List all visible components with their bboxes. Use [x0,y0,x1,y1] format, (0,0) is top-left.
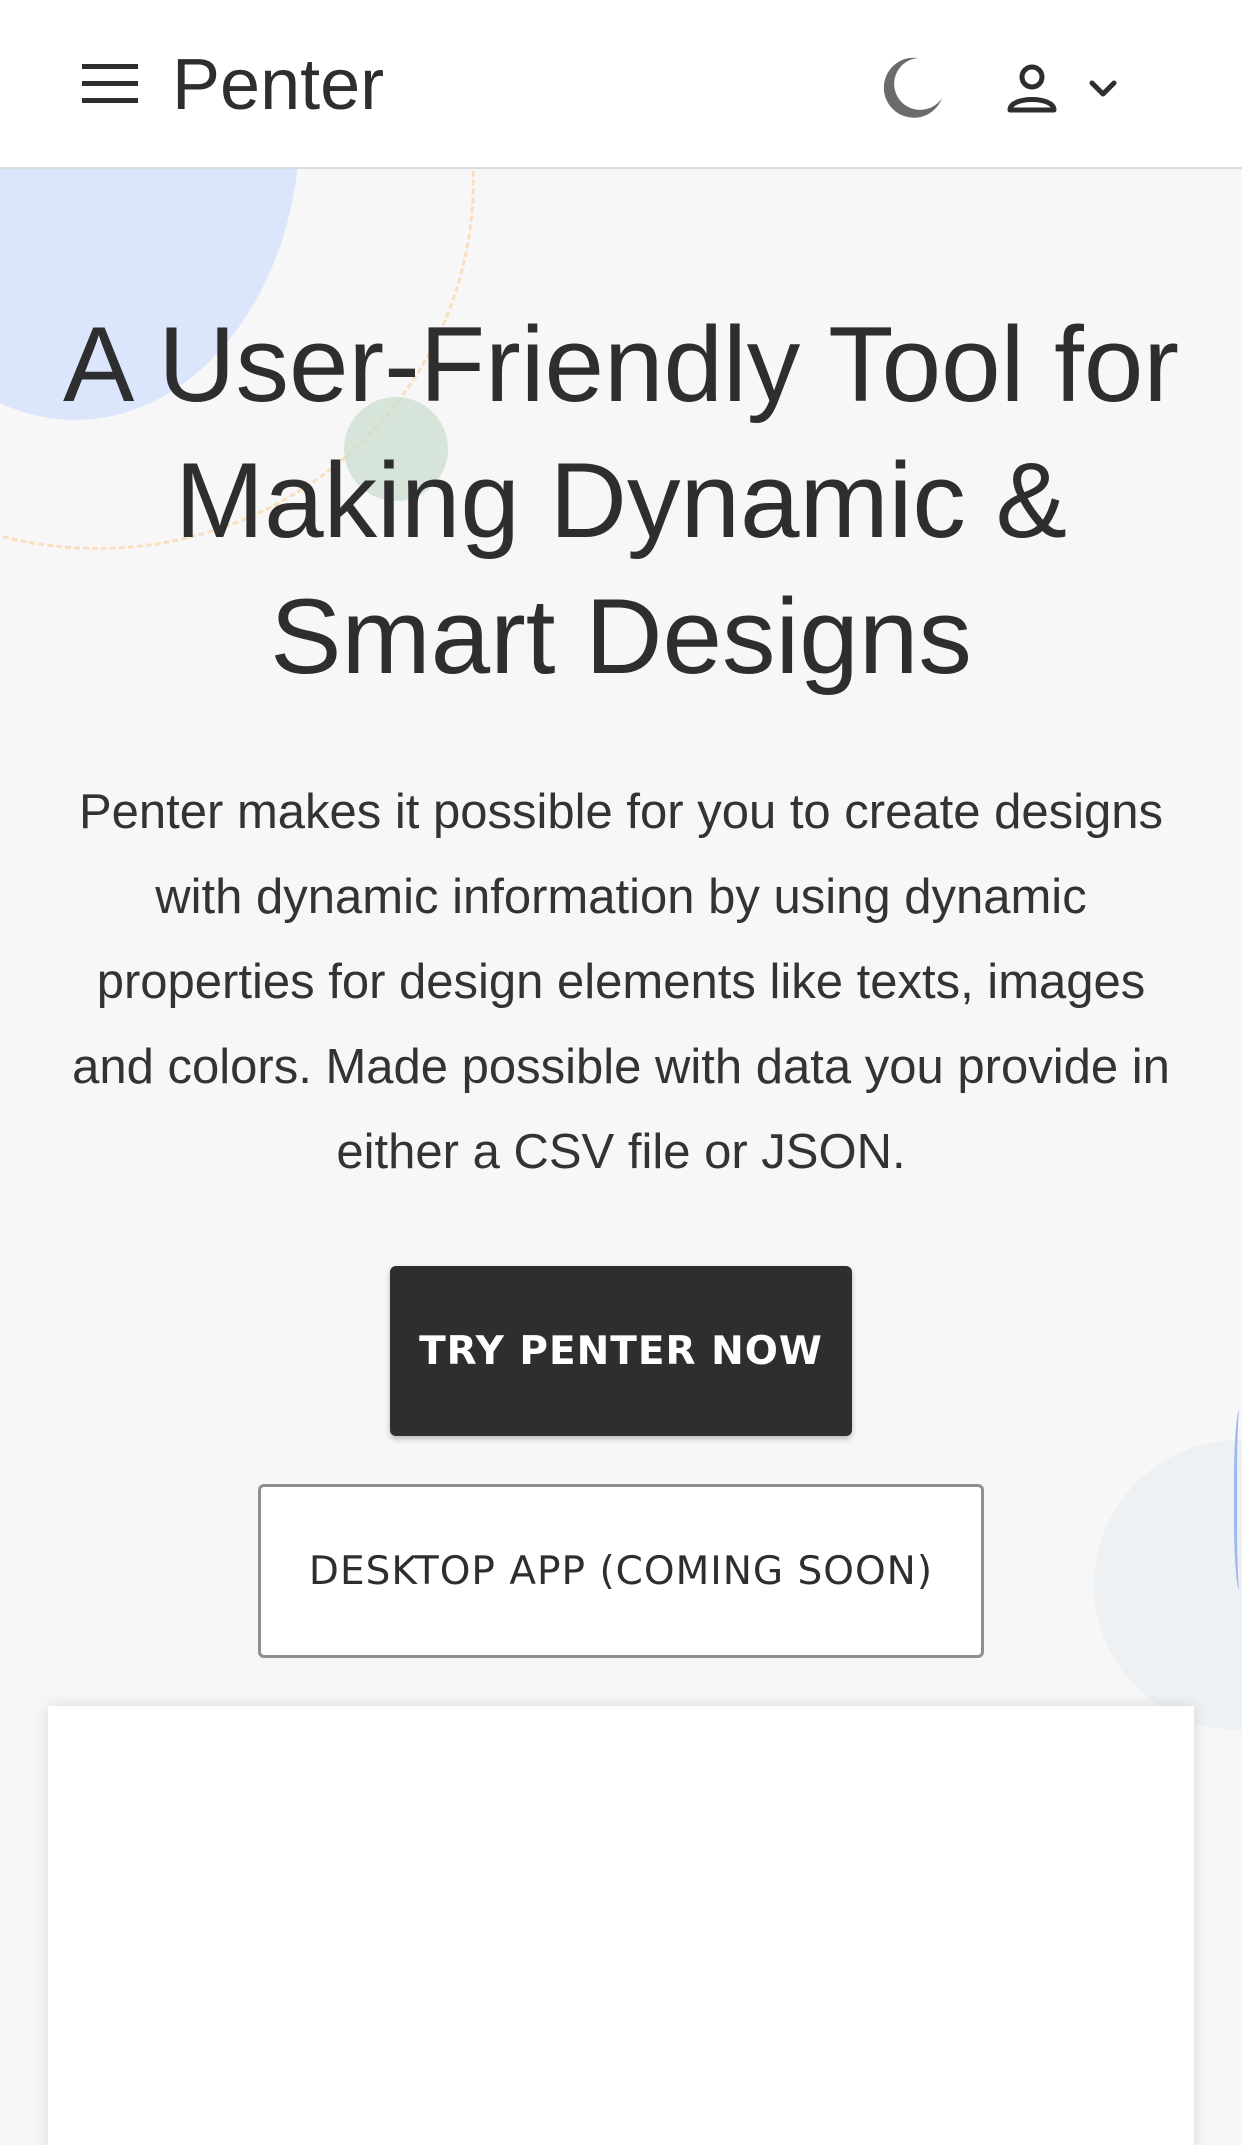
hamburger-menu-icon [82,64,138,103]
decorative-blue-accent [1234,1410,1242,1590]
preview-card [48,1706,1194,2145]
hero-title: A User-Friendly Tool for Making Dynamic … [63,304,1179,696]
account-menu-button[interactable] [1002,58,1132,118]
app-name[interactable]: Penter [172,44,384,126]
decorative-gray-circle [1094,1440,1242,1730]
menu-button[interactable] [80,60,142,108]
desktop-app-button[interactable]: DESKTOP APP (COMING SOON) [258,1484,984,1658]
person-icon [1007,64,1057,113]
app-bar: Penter [0,0,1242,169]
moon-icon [883,57,942,118]
hero-description: Penter makes it possible for you to crea… [72,785,1170,1179]
chevron-down-icon [1089,80,1117,97]
landing-page: Penter A User-Friendly Tool for Making D… [0,0,1242,2145]
try-penter-button[interactable]: TRY PENTER NOW [390,1266,852,1436]
theme-toggle-button[interactable] [878,54,946,122]
